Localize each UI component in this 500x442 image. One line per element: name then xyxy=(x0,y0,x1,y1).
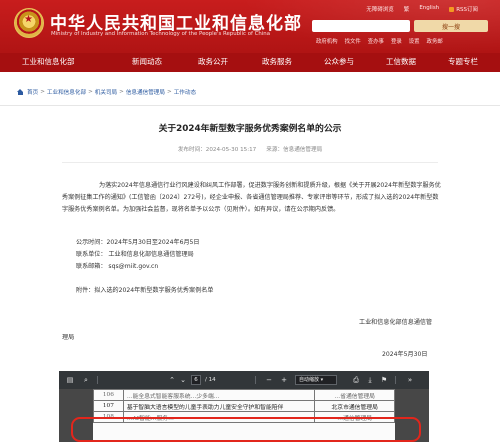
table-cell-case-name: …能全息式智能客服系统…少多端… xyxy=(122,389,316,401)
zoom-in-icon[interactable]: + xyxy=(279,375,289,385)
toolbar-divider xyxy=(97,376,98,384)
national-emblem-icon[interactable]: ★ xyxy=(14,8,44,38)
zoom-select[interactable]: 自动缩放 ▾ xyxy=(295,375,337,385)
breadcrumb-separator: > xyxy=(167,89,172,95)
table-cell-number: 107 xyxy=(93,400,124,412)
signature-organization: 工业和信息化部信息通信管 xyxy=(359,319,433,326)
main-nav: 工业和信息化部 新闻动态 政务公开 政务服务 公众参与 工信数据 专题专栏 xyxy=(0,53,500,72)
attachment-link[interactable]: 附件：拟入选的2024年新型数字服务优秀案例名单 xyxy=(76,285,213,294)
zoom-out-icon[interactable]: − xyxy=(264,375,274,385)
top-links: 无障碍浏览 繁 English RSS订阅 xyxy=(366,5,478,13)
nav-item-gov-services[interactable]: 政务服务 xyxy=(262,56,292,67)
search-button[interactable]: 搜一搜 xyxy=(414,20,488,32)
nav-item-news[interactable]: 新闻动态 xyxy=(132,56,162,67)
zoom-select-value: 自动缩放 xyxy=(299,377,320,383)
quick-link-login[interactable]: 登录 xyxy=(391,37,402,45)
breadcrumb-separator: > xyxy=(88,89,93,95)
nav-item-topics[interactable]: 专题专栏 xyxy=(448,56,478,67)
breadcrumb-separator: > xyxy=(40,89,45,95)
download-icon[interactable]: ⤓ xyxy=(365,375,375,385)
previous-page-icon[interactable]: ⌃ xyxy=(167,375,177,385)
signature-date: 2024年5月30日 xyxy=(382,351,428,358)
article-meta: 发布时间：2024-05-30 15:17 来源：信息通信管理局 xyxy=(0,145,500,153)
quick-link-services[interactable]: 查办事 xyxy=(368,37,384,45)
quick-link-documents[interactable]: 找文件 xyxy=(345,37,361,45)
contact-unit: 联系单位： 工业和信息化部信息通信管理局 xyxy=(76,251,194,258)
article-source: 来源：信息通信管理局 xyxy=(266,147,323,153)
nav-item-data[interactable]: 工信数据 xyxy=(386,56,416,67)
notice-period: 公示时间：2024年5月30日至2024年6月5日 xyxy=(76,239,200,246)
breadcrumb-separator: > xyxy=(119,89,124,95)
search-input[interactable] xyxy=(312,20,410,32)
breadcrumb-work-news[interactable]: 工作动态 xyxy=(174,88,196,96)
breadcrumb: 首页 > 工业和信息化部 > 机关司局 > 信息通信管理局 > 工作动态 xyxy=(17,88,196,96)
breadcrumb-ministry[interactable]: 工业和信息化部 xyxy=(47,88,86,96)
table-cell-unit: 北京市通信管理局 xyxy=(314,400,395,412)
rss-label: RSS订阅 xyxy=(456,7,478,13)
quick-link-settings[interactable]: 设置 xyxy=(409,37,420,45)
page-number-input[interactable]: 6 xyxy=(191,375,201,385)
site-header: ★ 中华人民共和国工业和信息化部 Ministry of Industry an… xyxy=(0,0,500,53)
english-link[interactable]: English xyxy=(419,5,439,13)
breadcrumb-departments[interactable]: 机关司局 xyxy=(95,88,117,96)
quick-link-agencies[interactable]: 政府机构 xyxy=(316,37,338,45)
page-title: 关于2024年新型数字服务优秀案例名单的公示 xyxy=(158,124,342,134)
meta-divider xyxy=(62,162,438,163)
sidebar-toggle-icon[interactable]: ▤ xyxy=(65,375,75,385)
search-icon[interactable]: ⌕ xyxy=(81,375,91,385)
table-cell-number: 106 xyxy=(93,389,124,401)
tools-icon[interactable]: » xyxy=(405,375,415,385)
pdf-toolbar: ▤ ⌕ ⌃ ⌄ 6 / 14 − + 自动缩放 ▾ ⎙ ⤓ ⚑ » xyxy=(59,371,429,389)
nav-item-participation[interactable]: 公众参与 xyxy=(324,56,354,67)
table-row: 107 基于智脑大语言模型的儿童手表助力儿童安全守护和智能陪伴 北京市通信管理局 xyxy=(93,400,395,412)
site-subtitle: Ministry of Industry and Information Tec… xyxy=(51,31,271,37)
rss-link[interactable]: RSS订阅 xyxy=(449,5,478,13)
highlight-annotation xyxy=(71,417,421,442)
quick-link-mail[interactable]: 政务邮 xyxy=(427,37,443,45)
toolbar-divider xyxy=(395,376,396,384)
rss-icon xyxy=(449,6,455,12)
breadcrumb-divider xyxy=(0,105,500,106)
pdf-viewer[interactable]: ▤ ⌕ ⌃ ⌄ 6 / 14 − + 自动缩放 ▾ ⎙ ⤓ ⚑ » 106 …能… xyxy=(59,371,429,442)
breadcrumb-ict-bureau[interactable]: 信息通信管理局 xyxy=(126,88,165,96)
page-total: / 14 xyxy=(205,377,216,383)
contact-email: 联系邮箱： sqs@miit.gov.cn xyxy=(76,263,159,270)
signature-organization-continued: 理局 xyxy=(62,334,75,341)
traditional-chinese-link[interactable]: 繁 xyxy=(404,5,410,13)
table-cell-case-name: 基于智脑大语言模型的儿童手表助力儿童安全守护和智能陪伴 xyxy=(122,400,316,412)
next-page-icon[interactable]: ⌄ xyxy=(178,375,188,385)
table-row: 106 …能全息式智能客服系统…少多端… …省通信管理局 xyxy=(93,389,395,401)
accessibility-link[interactable]: 无障碍浏览 xyxy=(366,5,394,13)
home-icon xyxy=(17,89,24,95)
print-icon[interactable]: ⎙ xyxy=(351,375,361,385)
table-cell-unit: …省通信管理局 xyxy=(314,389,395,401)
breadcrumb-home[interactable]: 首页 xyxy=(27,88,38,96)
nav-item-gov-affairs[interactable]: 政务公开 xyxy=(198,56,228,67)
bookmark-icon[interactable]: ⚑ xyxy=(379,375,389,385)
quick-links: 政府机构 找文件 查办事 登录 设置 政务邮 xyxy=(316,37,443,45)
toolbar-divider xyxy=(255,376,256,384)
article-paragraph: 为落实2024年信息通信行业行风建设和纠风工作部署，促进数字服务创新和提质升级，… xyxy=(62,182,441,213)
nav-item-ministry[interactable]: 工业和信息化部 xyxy=(22,56,75,67)
publish-time: 发布时间：2024-05-30 15:17 xyxy=(177,147,257,153)
